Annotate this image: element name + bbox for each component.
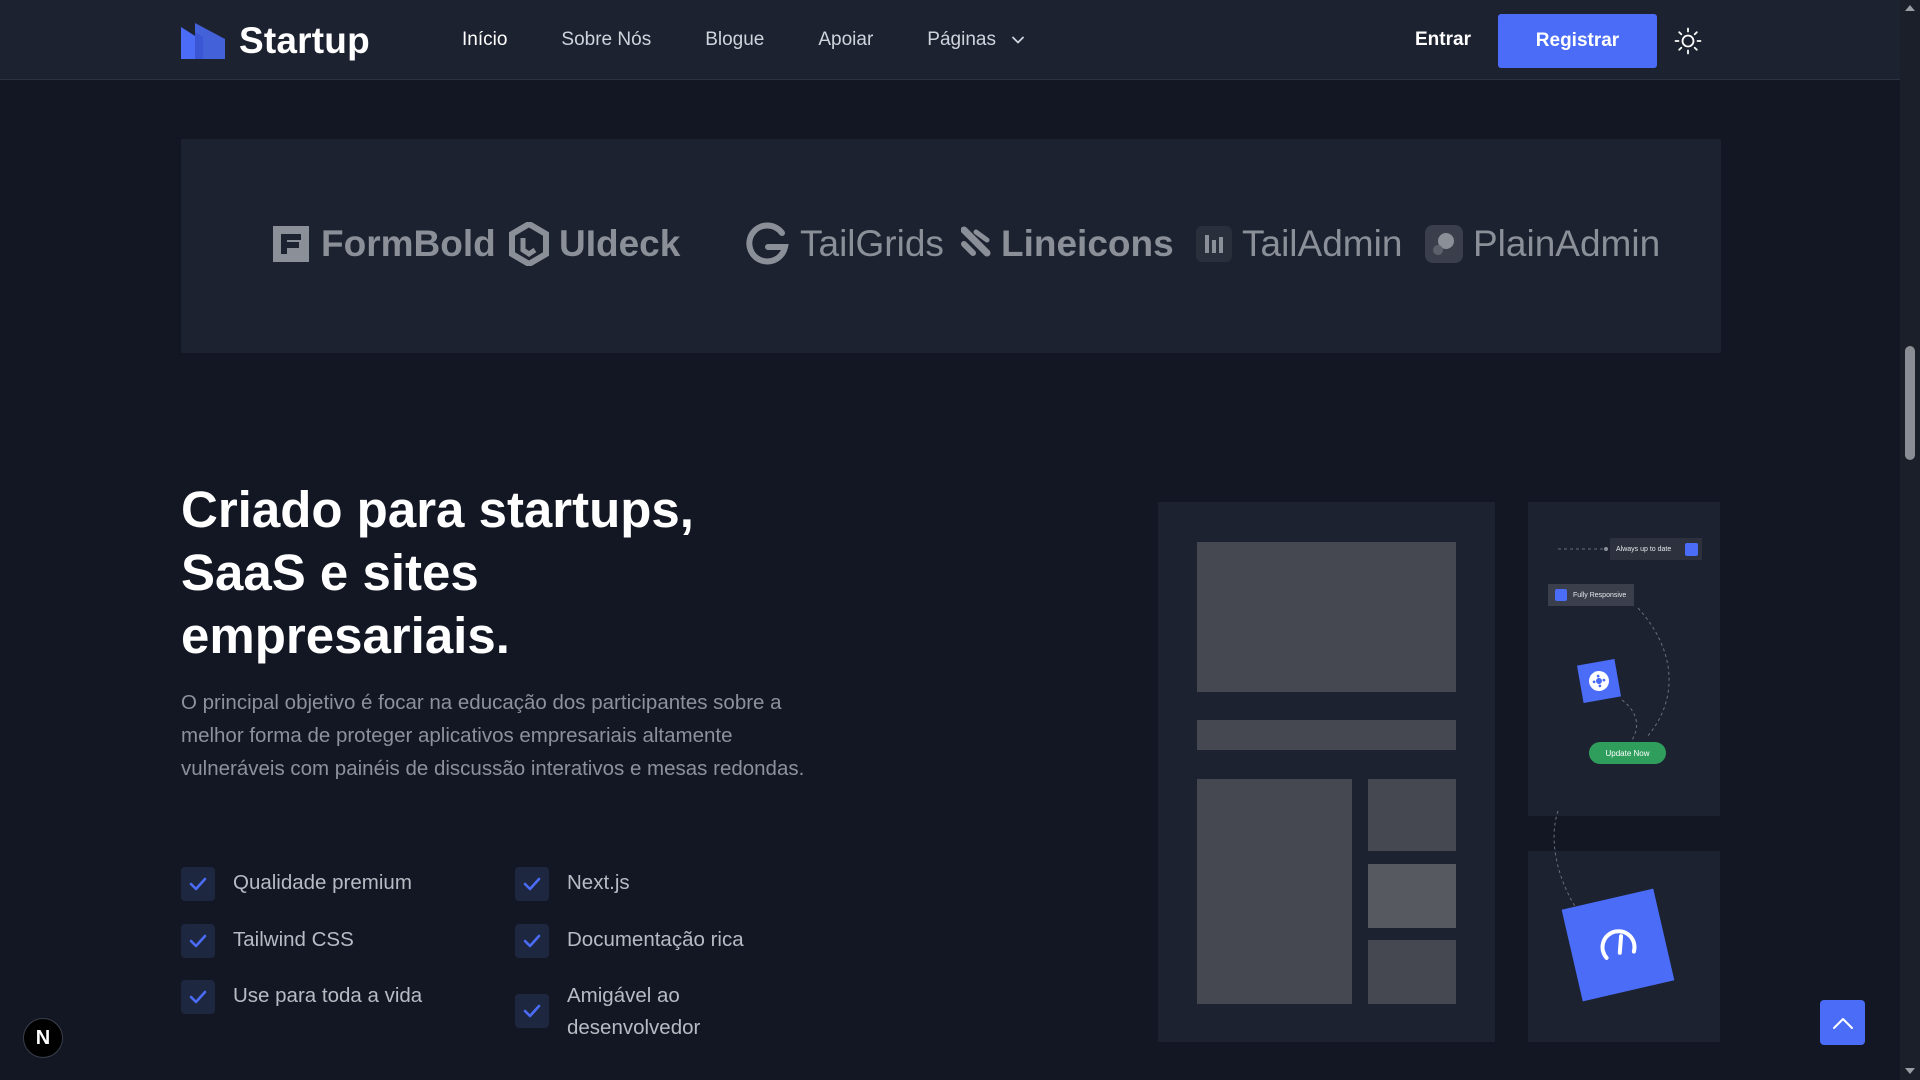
nav-item-apoiar[interactable]: Apoiar (818, 29, 873, 51)
grid-icon (1589, 671, 1609, 691)
plainadmin-logo-icon (1425, 225, 1463, 263)
update-now-button[interactable]: Update Now (1589, 742, 1666, 764)
check-icon (181, 924, 215, 958)
logo-text: Startup (239, 20, 370, 61)
lineicons-logo-icon (961, 226, 991, 257)
page-scrollbar[interactable] (1900, 0, 1920, 1080)
section-description: O principal objetivo é focar na educação… (181, 691, 805, 780)
nextjs-dev-badge[interactable]: N (23, 1018, 63, 1058)
brand-plainadmin[interactable]: PlainAdmin (1425, 219, 1660, 269)
nav-label: Início (462, 29, 508, 50)
brand-name: TailAdmin (1242, 223, 1403, 264)
brand-name: Lineicons (1001, 223, 1174, 264)
feature-item: Use para toda a vida (181, 980, 422, 1014)
layout-mockup-panel (1158, 502, 1495, 1042)
nav-label: Blogue (705, 29, 765, 50)
brand-name: PlainAdmin (1473, 223, 1661, 264)
nav-label: Apoiar (818, 29, 874, 50)
check-icon (181, 980, 215, 1014)
cube-card (1576, 658, 1622, 704)
check-icon (181, 867, 215, 901)
feature-label: Tailwind CSS (233, 928, 354, 951)
feature-label: Amigável ao desenvolvedor (567, 984, 701, 1039)
check-icon (515, 867, 549, 901)
feature-item: Amigável ao desenvolvedor (515, 984, 767, 1044)
device-icon (1555, 589, 1567, 601)
responsive-card-panel: Always up to date Fully Responsive Updat… (1528, 502, 1720, 816)
mockup-block (1368, 864, 1456, 928)
nav-item-blogue[interactable]: Blogue (705, 29, 764, 51)
feature-item: Qualidade premium (181, 867, 412, 901)
mockup-block (1368, 779, 1456, 851)
brand-name: UIdeck (559, 223, 681, 264)
feature-label: Next.js (567, 871, 630, 894)
main-nav: Início Sobre Nós Blogue Apoiar Páginas (462, 0, 1080, 80)
nav-item-paginas[interactable]: Páginas (927, 29, 1026, 51)
sun-icon[interactable] (1674, 27, 1702, 55)
tag-always-up-to-date: Always up to date (1610, 538, 1702, 560)
brands-strip: FormBold UIdeck TailGrids Lineicons Tail… (181, 139, 1721, 353)
feature-item: Next.js (515, 867, 630, 901)
site-header: Startup Início Sobre Nós Blogue Apoiar P… (0, 0, 1900, 80)
update-now-label: Update Now (1605, 748, 1650, 758)
logo[interactable]: Startup (181, 20, 370, 62)
section-headline: Criado para startups, SaaS e sites empre… (181, 481, 694, 664)
uideck-logo-icon (509, 222, 549, 266)
mockup-block (1368, 940, 1456, 1004)
nav-label: Sobre Nós (561, 29, 652, 50)
logo-icon (181, 23, 225, 59)
speed-card-panel (1528, 811, 1720, 1042)
brand-lineicons[interactable]: Lineicons (961, 219, 1174, 269)
signin-link[interactable]: Entrar (1415, 29, 1471, 51)
formbold-logo-icon (273, 226, 309, 262)
brand-name: TailGrids (800, 223, 944, 264)
nav-item-inicio[interactable]: Início (462, 29, 507, 51)
mockup-block (1197, 720, 1456, 750)
speedometer-icon (1600, 929, 1637, 960)
tailgrids-logo-icon (746, 222, 789, 265)
scrollbar-thumb[interactable] (1905, 346, 1915, 460)
mockup-block (1197, 779, 1352, 1004)
brand-name: FormBold (321, 223, 496, 264)
feature-item: Documentação rica (515, 924, 744, 958)
register-button[interactable]: Registrar (1498, 14, 1657, 68)
tag-fully-responsive: Fully Responsive (1548, 584, 1634, 606)
contrast-icon (1685, 543, 1698, 556)
brand-uideck[interactable]: UIdeck (509, 219, 680, 269)
feature-item: Tailwind CSS (181, 924, 354, 958)
tag-label: Always up to date (1616, 545, 1672, 553)
check-icon (515, 924, 549, 958)
mockup-block (1197, 542, 1456, 692)
feature-label: Documentação rica (567, 928, 744, 951)
nav-item-sobre-nos[interactable]: Sobre Nós (561, 29, 651, 51)
scroll-to-top-button[interactable] (1820, 1000, 1865, 1045)
nav-label: Páginas (927, 29, 996, 50)
chevron-down-icon (1012, 36, 1024, 44)
brand-formbold[interactable]: FormBold (271, 219, 496, 269)
brand-tailadmin[interactable]: TailAdmin (1196, 219, 1402, 269)
check-icon (515, 994, 549, 1028)
tag-label: Fully Responsive (1573, 591, 1627, 599)
scroll-down-arrow-icon[interactable] (1904, 1066, 1916, 1076)
feature-label: Qualidade premium (233, 871, 412, 894)
chevron-up-icon (1832, 1017, 1853, 1029)
feature-label: Use para toda a vida (233, 984, 423, 1007)
brand-tailgrids[interactable]: TailGrids (744, 219, 944, 269)
tailadmin-logo-icon (1196, 226, 1232, 262)
scroll-up-arrow-icon[interactable] (1904, 3, 1916, 13)
